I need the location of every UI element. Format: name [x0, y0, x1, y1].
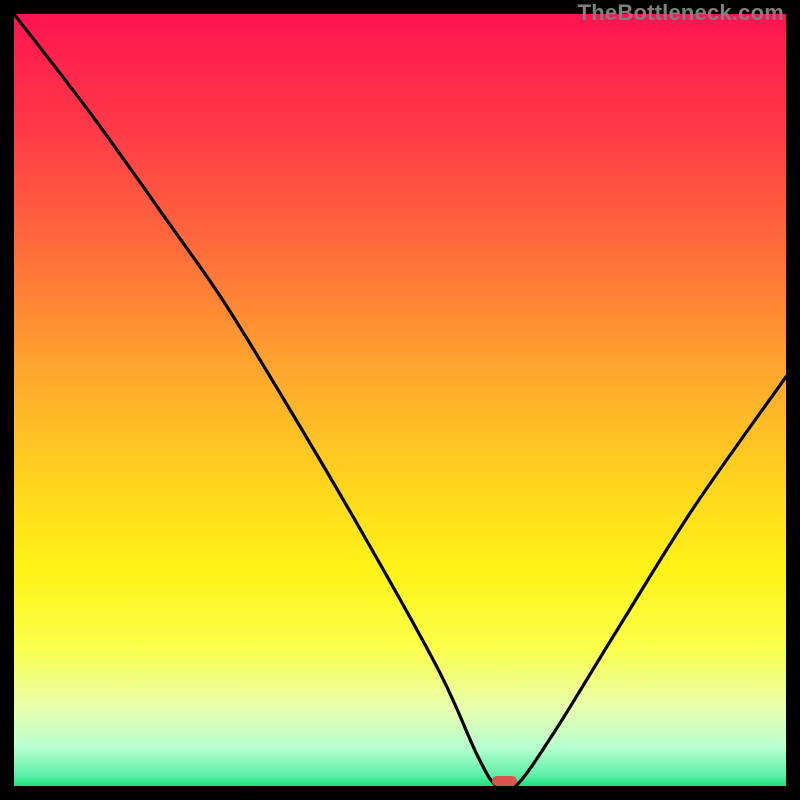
watermark-text: TheBottleneck.com [578, 0, 784, 26]
plot-area [14, 14, 786, 786]
chart-container: TheBottleneck.com [0, 0, 800, 800]
bottleneck-curve [14, 14, 786, 786]
optimum-marker [492, 776, 517, 786]
